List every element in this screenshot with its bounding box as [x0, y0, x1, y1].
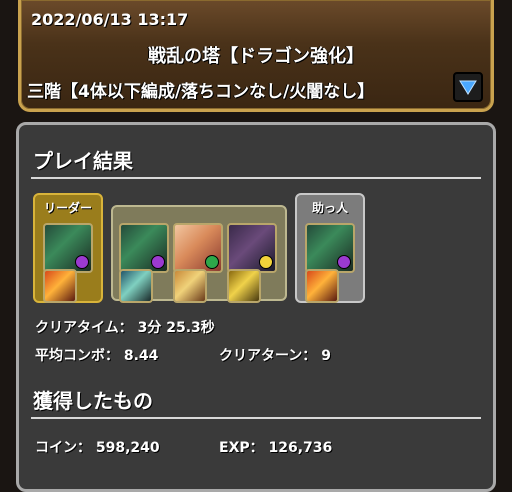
clear-turns-value: 9 [321, 348, 331, 364]
helper-label: 助っ人 [311, 201, 348, 215]
leader-slot[interactable]: リーダー [33, 193, 103, 303]
floor-name: 三階【4体以下編成/落ちコンなし/火闇なし】 [27, 82, 375, 102]
sub-monster-card-3[interactable] [227, 223, 277, 273]
sub-members-slot [111, 205, 287, 303]
dark-attribute-icon [75, 255, 89, 269]
play-datetime: 2022/06/13 13:17 [31, 10, 189, 29]
wood-attribute-icon [205, 255, 219, 269]
sub-monster-card-2[interactable] [173, 223, 223, 273]
dungeon-name: 戦乱の塔【ドラゴン強化】 [148, 46, 364, 67]
sub-assist-card-1[interactable] [119, 269, 153, 303]
exp-row: EXP： 126,736 [219, 437, 332, 457]
expand-dropdown-button[interactable] [453, 72, 483, 102]
divider [31, 417, 481, 419]
sub-assist-card-2[interactable] [173, 269, 207, 303]
leader-assist-card[interactable] [43, 269, 77, 303]
avg-combo-row: 平均コンボ： 8.44 [35, 345, 158, 365]
result-panel: プレイ結果 リーダー 助っ人 クリアタイム： 3分 25.3秒 平均コンボ： 8… [16, 122, 496, 492]
dark-attribute-icon [151, 255, 165, 269]
rewards-title: 獲得したもの [33, 389, 153, 413]
leader-monster-card[interactable] [43, 223, 93, 273]
coin-label: コイン： [35, 440, 91, 456]
helper-assist-card[interactable] [305, 269, 339, 303]
helper-slot[interactable]: 助っ人 [295, 193, 365, 303]
coin-value: 598,240 [95, 440, 160, 456]
exp-value: 126,736 [268, 440, 333, 456]
clear-time-label: クリアタイム： [35, 320, 133, 336]
divider [31, 177, 481, 179]
helper-monster-card[interactable] [305, 223, 355, 273]
coin-row: コイン： 598,240 [35, 437, 160, 457]
clear-time-row: クリアタイム： 3分 25.3秒 [35, 317, 215, 337]
sub-monster-card-1[interactable] [119, 223, 169, 273]
dark-attribute-icon [337, 255, 351, 269]
leader-label: リーダー [43, 201, 92, 215]
triangle-down-icon [459, 80, 477, 95]
light-attribute-icon [259, 255, 273, 269]
sub-assist-card-3[interactable] [227, 269, 261, 303]
avg-combo-value: 8.44 [123, 348, 159, 364]
play-result-title: プレイ結果 [33, 149, 133, 173]
dungeon-header: 2022/06/13 13:17 戦乱の塔【ドラゴン強化】 三階【4体以下編成/… [18, 0, 494, 112]
exp-label: EXP： [219, 440, 264, 456]
clear-time-value: 3分 25.3秒 [137, 320, 215, 336]
avg-combo-label: 平均コンボ： [35, 348, 119, 364]
clear-turns-row: クリアターン： 9 [219, 345, 331, 365]
clear-turns-label: クリアターン： [219, 348, 317, 364]
